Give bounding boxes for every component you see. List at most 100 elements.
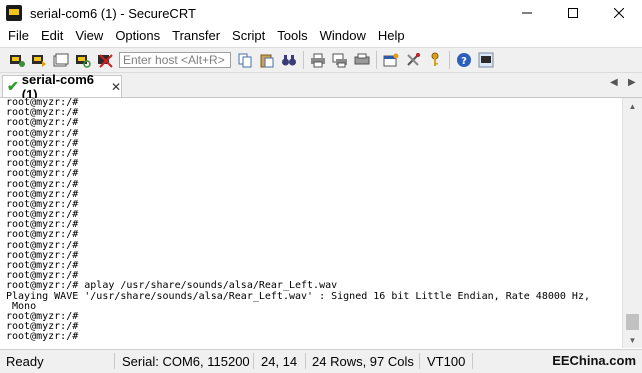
printer-icon [311,53,325,68]
quick-connect-button[interactable] [28,50,50,70]
key-icon [431,52,439,66]
enter-host-input[interactable] [119,52,231,68]
reconnect-button[interactable] [72,50,94,70]
tools-icon [407,53,420,66]
paste-button[interactable] [256,50,278,70]
maximize-icon [568,8,578,18]
connect-in-tab-button[interactable] [50,50,72,70]
status-separator [305,353,306,369]
session-options-button[interactable] [380,50,402,70]
status-emulation: VT100 [427,354,466,369]
tab-scroll-right-icon[interactable]: ▶ [628,77,636,88]
close-button[interactable] [596,0,642,26]
window-title: serial-com6 (1) - SecureCRT [30,5,196,21]
connect-button[interactable] [6,50,28,70]
terminal-line: root@myzr:/# [6,158,79,170]
toolbar: ? [0,47,642,73]
terminal-output[interactable]: root@myzr:/# root@myzr:/# root@myzr:/# r… [0,98,622,348]
status-serial-port: Serial: COM6, 115200 [122,354,250,369]
menu-bar: File Edit View Options Transfer Script T… [0,26,642,46]
menu-file[interactable]: File [0,26,35,46]
terminal-line: root@myzr:/# [6,107,79,119]
status-separator [472,353,473,369]
terminal-line: root@myzr:/# [6,188,79,200]
disconnect-button[interactable] [94,50,116,70]
menu-view[interactable]: View [69,26,109,46]
reconnect-icon [76,55,91,68]
svg-text:?: ? [461,56,467,67]
terminal-line: root@myzr:/# [6,117,79,129]
keymap-button[interactable] [424,50,446,70]
terminal-line: root@myzr:/# [6,249,79,261]
status-terminal-size: 24 Rows, 97 Cols [312,354,414,369]
toolbar-separator [449,51,450,69]
toolbar-separator [376,51,377,69]
terminal-line: root@myzr:/# [6,137,79,149]
disconnect-icon [98,54,113,68]
global-options-button[interactable] [402,50,424,70]
printer-setup-icon [354,53,370,65]
terminal-output-line: Playing WAVE '/usr/share/sounds/alsa/Rea… [6,290,590,302]
toolbar-separator [303,51,304,69]
about-button[interactable] [475,50,497,70]
tab-serial-com6[interactable]: ✔ serial-com6 (1) ✕ [2,72,122,102]
terminal-output-line: Mono [6,300,37,312]
terminal-line: root@myzr:/# [6,239,79,251]
close-icon [614,8,624,18]
connected-check-icon: ✔ [7,78,19,94]
print-selection-icon [332,53,347,68]
tab-scroll-left-icon[interactable]: ◀ [610,77,618,88]
terminal-line: root@myzr:/# [6,331,79,343]
menu-transfer[interactable]: Transfer [166,26,226,46]
tab-close-icon[interactable]: ✕ [111,80,121,94]
find-button[interactable] [278,50,300,70]
status-ready: Ready [6,354,44,369]
terminal-line: root@myzr:/# [6,310,79,322]
terminal-line: root@myzr:/# [6,260,79,271]
terminal-line: root@myzr:/# [6,209,79,221]
maximize-button[interactable] [550,0,596,26]
menu-tools[interactable]: Tools [271,26,313,46]
minimize-button[interactable] [504,0,550,26]
status-separator [114,353,115,369]
terminal-line: root@myzr:/# [6,127,79,139]
copy-button[interactable] [234,50,256,70]
scrollbar-thumb[interactable] [626,314,639,330]
paste-icon [260,54,274,68]
session-tab-bar: ✔ serial-com6 (1) ✕ ◀ ▶ [0,72,642,102]
menu-help[interactable]: Help [372,26,411,46]
connect-tab-icon [53,53,69,67]
connect-icon [10,55,25,67]
terminal-line: root@myzr:/# [6,168,79,180]
terminal-line: root@myzr:/# [6,219,79,231]
terminal-scrollbar[interactable]: ▲ ▼ [622,98,642,348]
help-icon: ? [457,53,471,67]
scroll-down-arrow-icon[interactable]: ▼ [623,332,642,348]
help-button[interactable]: ? [453,50,475,70]
terminal-line: root@myzr:/# [6,229,79,241]
securecrt-icon [478,52,494,68]
menu-window[interactable]: Window [314,26,372,46]
session-options-icon [383,53,399,67]
copy-icon [238,53,252,68]
print-selection-button[interactable] [329,50,351,70]
terminal-line: root@myzr:/# [6,178,79,190]
terminal-line: root@myzr:/# [6,147,79,159]
window-controls [504,0,642,26]
binoculars-icon [282,55,296,66]
tab-label: serial-com6 (1) [21,71,94,102]
scroll-up-arrow-icon[interactable]: ▲ [623,98,642,114]
print-screen-button[interactable] [351,50,373,70]
status-bar: Ready Serial: COM6, 115200 24, 14 24 Row… [0,349,642,373]
terminal-line: root@myzr:/# [6,198,79,210]
status-cursor-position: 24, 14 [261,354,298,369]
menu-options[interactable]: Options [109,26,166,46]
eechina-watermark: EEChina.com [552,353,636,368]
terminal-line: root@myzr:/# [6,98,79,108]
terminal-line: root@myzr:/# [6,321,79,333]
print-button[interactable] [307,50,329,70]
menu-edit[interactable]: Edit [35,26,69,46]
status-separator [419,353,420,369]
menu-script[interactable]: Script [226,26,271,46]
securecrt-app-icon [6,5,22,21]
